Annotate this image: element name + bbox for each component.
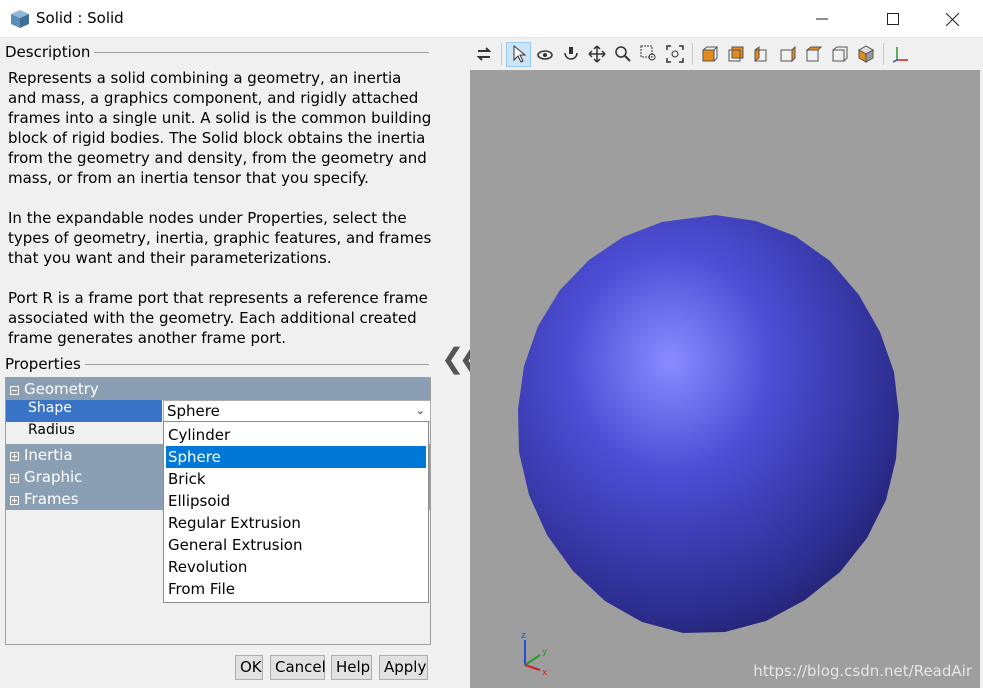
scene-canvas: z y x — [518, 215, 899, 678]
tree-node-label: Inertia — [24, 446, 73, 464]
bottom-view-button[interactable] — [827, 42, 852, 67]
toolbar-separator — [692, 43, 693, 65]
zoom-icon — [614, 46, 631, 62]
rotate-icon — [536, 50, 553, 60]
front-view-button[interactable] — [697, 42, 722, 67]
dropdown-option-from-file[interactable]: From File — [166, 578, 426, 600]
maximize-icon — [887, 13, 899, 25]
roll-icon — [563, 47, 578, 60]
param-radius-label[interactable]: Radius — [6, 422, 162, 444]
left-view-icon — [754, 46, 766, 62]
axes-triad: z y x — [521, 631, 548, 678]
back-view-button[interactable] — [723, 42, 748, 67]
tree-node-geometry[interactable]: Geometry — [6, 378, 430, 400]
properties-heading: Properties — [5, 355, 85, 373]
zoom-box-button[interactable] — [636, 42, 661, 67]
right-view-button[interactable] — [775, 42, 800, 67]
top-view-icon — [805, 46, 822, 62]
tree-node-label: Frames — [24, 490, 79, 508]
pan-button[interactable] — [584, 42, 609, 67]
zoom-box-icon — [640, 45, 655, 61]
bottom-view-icon — [832, 46, 847, 62]
shape-select-value: Sphere — [167, 402, 220, 420]
select-arrow-icon — [513, 45, 526, 63]
apply-button[interactable]: Apply — [379, 655, 428, 680]
description-text: Represents a solid combining a geometry,… — [8, 68, 433, 368]
maximize-button[interactable] — [870, 0, 916, 38]
tree-node-label: Geometry — [24, 380, 99, 398]
tree-node-label: Graphic — [24, 468, 83, 486]
dropdown-option-general-extrusion[interactable]: General Extrusion — [166, 534, 426, 556]
expand-icon[interactable] — [10, 496, 19, 505]
fit-view-button[interactable] — [662, 42, 687, 67]
window-title: Solid : Solid — [36, 9, 124, 27]
cube-icon — [11, 10, 29, 28]
shape-dropdown-list: Cylinder Sphere Brick Ellipsoid Regular … — [163, 421, 429, 603]
back-view-icon — [728, 46, 743, 62]
dropdown-option-regular-extrusion[interactable]: Regular Extrusion — [166, 512, 426, 534]
swap-arrows-icon — [476, 47, 491, 61]
collapse-icon[interactable] — [10, 386, 19, 395]
right-view-icon — [780, 45, 795, 63]
front-view-icon — [702, 46, 718, 62]
expand-icon[interactable] — [10, 452, 19, 461]
close-button[interactable] — [929, 0, 975, 38]
fit-view-icon — [665, 45, 684, 63]
description-divider — [92, 52, 429, 53]
description-paragraph: In the expandable nodes under Properties… — [8, 209, 432, 267]
top-view-button[interactable] — [801, 42, 826, 67]
dropdown-option-cylinder[interactable]: Cylinder — [166, 424, 426, 446]
3d-viewport[interactable]: z y x https://blog.csdn.net/ReadAir — [470, 70, 980, 688]
triad-y-label: y — [542, 647, 548, 657]
help-button[interactable]: Help — [331, 655, 372, 680]
axes-button[interactable] — [888, 42, 913, 67]
shape-select[interactable]: Sphere ⌄ — [163, 400, 431, 422]
isometric-view-button[interactable] — [853, 42, 878, 67]
dropdown-option-sphere[interactable]: Sphere — [166, 446, 426, 468]
title-bar: Solid : Solid — [0, 0, 983, 38]
watermark-text: https://blog.csdn.net/ReadAir — [753, 662, 972, 680]
viewer-panel: z y x https://blog.csdn.net/ReadAir — [469, 38, 983, 688]
dropdown-option-ellipsoid[interactable]: Ellipsoid — [166, 490, 426, 512]
swap-arrows-button[interactable] — [471, 42, 496, 67]
sphere-shape — [518, 215, 899, 633]
param-shape-label[interactable]: Shape — [6, 400, 162, 422]
viewer-toolbar — [469, 38, 983, 70]
axes-icon — [892, 47, 908, 63]
dropdown-option-brick[interactable]: Brick — [166, 468, 426, 490]
rotate-button[interactable] — [532, 42, 557, 67]
minimize-button[interactable] — [799, 0, 845, 38]
toolbar-separator — [883, 43, 884, 65]
minimize-icon — [816, 18, 828, 20]
cancel-button[interactable]: Cancel — [270, 655, 326, 680]
isometric-view-icon — [857, 45, 874, 63]
triad-x-label: x — [542, 668, 548, 678]
chevron-down-icon: ⌄ — [415, 404, 425, 417]
description-heading: Description — [5, 43, 95, 61]
dropdown-option-revolution[interactable]: Revolution — [166, 556, 426, 578]
triad-z-label: z — [521, 631, 526, 641]
zoom-button[interactable] — [610, 42, 635, 67]
close-icon — [945, 12, 959, 26]
toolbar-separator — [501, 43, 502, 65]
description-paragraph: Port R is a frame port that represents a… — [8, 289, 428, 347]
properties-divider — [84, 364, 429, 365]
left-view-button[interactable] — [749, 42, 774, 67]
select-button[interactable] — [506, 41, 531, 67]
pan-icon — [587, 45, 606, 63]
roll-button[interactable] — [558, 42, 583, 67]
description-paragraph: Represents a solid combining a geometry,… — [8, 69, 432, 187]
expand-icon[interactable] — [10, 474, 19, 483]
ok-button[interactable]: OK — [235, 655, 263, 680]
